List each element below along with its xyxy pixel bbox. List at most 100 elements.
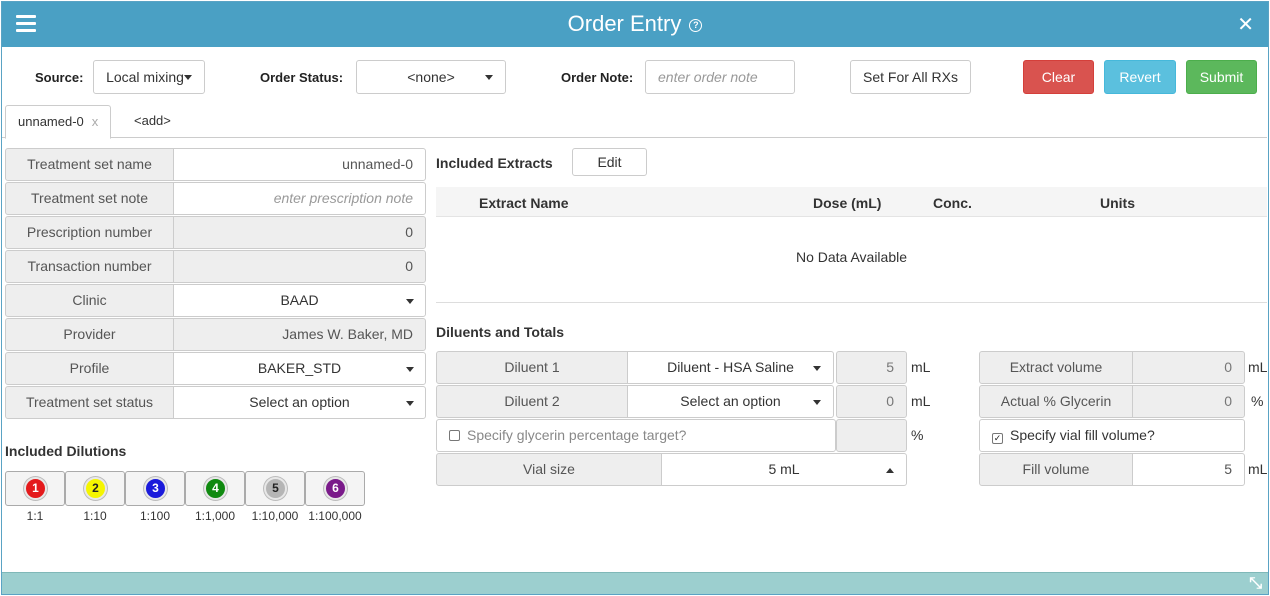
diluent-1-value: Diluent - HSA Saline: [667, 359, 794, 375]
tab-unnamed-0[interactable]: unnamed-0 x: [5, 105, 112, 139]
diluent-1-unit: mL: [911, 359, 931, 375]
vial-size-label: Vial size: [436, 453, 662, 486]
column-header-extract-name[interactable]: Extract Name: [479, 195, 569, 211]
treatment-set-status-row: Treatment set status Select an option: [5, 386, 426, 419]
diluent-2-value: Select an option: [680, 393, 781, 409]
order-note-input[interactable]: enter order note: [645, 60, 795, 94]
dilution-ratio-label: 1:1,000: [194, 509, 236, 523]
dilution-button-3[interactable]: 3: [125, 471, 185, 506]
dilution-dot-icon: 6: [324, 477, 347, 500]
chevron-down-icon: [406, 367, 414, 372]
field-label: Treatment set name: [5, 148, 174, 181]
tab-close-icon[interactable]: x: [92, 114, 99, 129]
dilution-button-5[interactable]: 5: [245, 471, 305, 506]
included-dilutions-heading: Included Dilutions: [5, 443, 127, 459]
extract-volume-value: 0: [1132, 351, 1245, 384]
checkbox-icon: [449, 430, 460, 441]
order-note-label: Order Note:: [561, 70, 634, 85]
dilution-ratio-label: 1:100,000: [308, 509, 362, 523]
order-status-dropdown[interactable]: <none>: [356, 60, 506, 94]
diluent-2-select[interactable]: Select an option: [627, 385, 834, 418]
chevron-down-icon: [813, 400, 821, 405]
field-label: Transaction number: [5, 250, 174, 283]
treatment-set-note-row: Treatment set note enter prescription no…: [5, 182, 426, 215]
actual-glycerin-value: 0: [1132, 385, 1245, 418]
dilution-ratio-label: 1:10: [83, 509, 107, 523]
field-label: Prescription number: [5, 216, 174, 249]
submit-button[interactable]: Submit: [1186, 60, 1257, 94]
column-header-conc[interactable]: Conc.: [933, 195, 972, 211]
dilution-button-6[interactable]: 6: [305, 471, 365, 506]
treatment-set-note-input[interactable]: enter prescription note: [173, 182, 426, 215]
title-bar: Order Entry? ✕: [2, 2, 1268, 47]
dilution-dot-icon: 3: [144, 477, 167, 500]
transaction-number-value: 0: [173, 250, 426, 283]
glycerin-unit: %: [911, 427, 924, 443]
glycerin-target-label: Specify glycerin percentage target?: [467, 427, 687, 443]
fill-volume-label: Fill volume: [979, 453, 1133, 486]
included-extracts-heading: Included Extracts: [436, 155, 553, 171]
diluent-2-unit: mL: [911, 393, 931, 409]
profile-select[interactable]: BAKER_STD: [173, 352, 426, 385]
window-title: Order Entry?: [2, 11, 1268, 37]
vial-fill-volume-checkbox[interactable]: ✓ Specify vial fill volume?: [979, 419, 1245, 452]
field-label: Treatment set note: [5, 182, 174, 215]
source-value: Local mixing: [106, 69, 184, 85]
column-header-units[interactable]: Units: [1100, 195, 1135, 211]
set-for-all-rxs-button[interactable]: Set For All RXs: [850, 60, 971, 94]
tab-label: unnamed-0: [18, 114, 84, 129]
extract-volume-unit: mL: [1248, 359, 1268, 375]
tab-add[interactable]: <add>: [122, 105, 183, 139]
treatment-set-name-input[interactable]: unnamed-0: [173, 148, 426, 181]
chevron-up-icon: [886, 468, 894, 473]
vial-fill-label: Specify vial fill volume?: [1010, 427, 1155, 443]
help-icon[interactable]: ?: [689, 19, 703, 32]
column-header-dose[interactable]: Dose (mL): [813, 195, 881, 211]
dilution-dot-icon: 4: [204, 477, 227, 500]
title-text: Order Entry: [567, 11, 682, 36]
prescription-number-value: 0: [173, 216, 426, 249]
clinic-value: BAAD: [280, 292, 319, 308]
chevron-down-icon: [813, 366, 821, 371]
dilution-ratio-label: 1:10,000: [251, 509, 299, 523]
dilution-button-2[interactable]: 2: [65, 471, 125, 506]
chevron-down-icon: [406, 401, 414, 406]
resize-icon[interactable]: ⤡: [1249, 575, 1262, 593]
edit-extracts-button[interactable]: Edit: [572, 148, 647, 176]
clinic-select[interactable]: BAAD: [173, 284, 426, 317]
profile-row: Profile BAKER_STD: [5, 352, 426, 385]
clear-button[interactable]: Clear: [1023, 60, 1094, 94]
dilution-button-1[interactable]: 1: [5, 471, 65, 506]
treatment-set-tabs: unnamed-0 x <add>: [2, 105, 1267, 139]
close-icon[interactable]: ✕: [1237, 12, 1254, 37]
source-dropdown[interactable]: Local mixing: [93, 60, 205, 94]
dilution-dot-icon: 2: [84, 477, 107, 500]
provider-value: James W. Baker, MD: [173, 318, 426, 351]
chevron-down-icon: [485, 75, 493, 80]
profile-value: BAKER_STD: [257, 360, 342, 376]
diluent-1-select[interactable]: Diluent - HSA Saline: [627, 351, 834, 384]
dilution-button-4[interactable]: 4: [185, 471, 245, 506]
actual-glycerin-label: Actual % Glycerin: [979, 385, 1133, 418]
prescription-number-row: Prescription number 0: [5, 216, 426, 249]
source-label: Source:: [35, 70, 84, 85]
extracts-empty-message: No Data Available: [795, 249, 908, 265]
diluent-2-amount: 0: [836, 385, 907, 418]
revert-button[interactable]: Revert: [1104, 60, 1176, 94]
dilution-ratio-label: 1:100: [139, 509, 171, 523]
diluent-1-label: Diluent 1: [436, 351, 628, 384]
chevron-down-icon: [183, 75, 192, 80]
order-entry-window: Order Entry? ✕ Source: Local mixing Orde…: [1, 1, 1269, 595]
toolbar: Source: Local mixing Order Status: <none…: [2, 60, 1268, 96]
order-status-label: Order Status:: [260, 70, 344, 85]
glycerin-target-checkbox[interactable]: Specify glycerin percentage target?: [436, 419, 836, 452]
actual-glycerin-unit: %: [1251, 393, 1264, 409]
field-label: Clinic: [5, 284, 174, 317]
field-label: Provider: [5, 318, 174, 351]
vial-size-value: 5 mL: [768, 461, 800, 477]
vial-size-select[interactable]: 5 mL: [661, 453, 907, 486]
fill-volume-input[interactable]: 5: [1132, 453, 1245, 486]
checkbox-checked-icon: ✓: [992, 433, 1003, 444]
clinic-row: Clinic BAAD: [5, 284, 426, 317]
treatment-set-status-select[interactable]: Select an option: [173, 386, 426, 419]
